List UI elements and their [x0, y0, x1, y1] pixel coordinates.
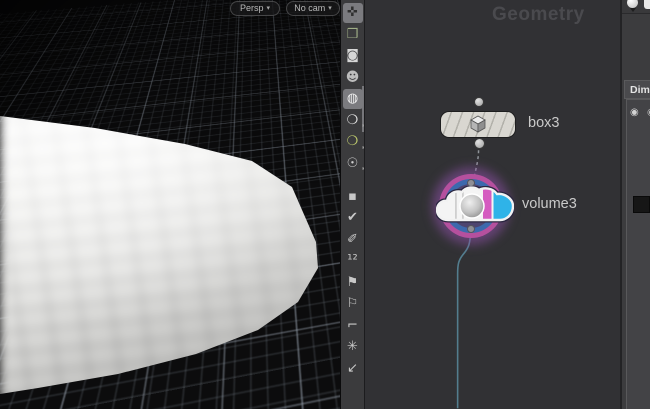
camera-select-label: No cam — [294, 3, 326, 13]
snapshot-icon[interactable]: ❒ — [343, 24, 363, 44]
visibility-icon: ☻ — [345, 69, 360, 85]
headlight-icon: ❍ — [346, 134, 359, 149]
ghost-objects-icon[interactable]: ◍ — [342, 88, 363, 109]
default-camera-icon[interactable]: ☉▸ — [343, 153, 366, 173]
chevron-down-icon: ▾ — [328, 5, 332, 12]
lock-camera-icon[interactable]: ◙ — [343, 46, 363, 66]
measure-icon: ¹² — [347, 253, 358, 268]
points-scatter-icon: ✳ — [347, 339, 358, 354]
persp-view-label: Persp — [239, 3, 264, 13]
panel-body: ◉ ◉ — [626, 99, 650, 409]
node-input-connector[interactable] — [474, 97, 484, 107]
view-tool-icon: ✜ — [347, 5, 358, 20]
lock-camera-icon: ◙ — [346, 48, 359, 63]
scene-lights-icon[interactable]: ❍▸ — [343, 110, 366, 130]
node-volume3[interactable]: volume3 — [425, 160, 605, 255]
section-header-dimensions[interactable]: Dimensions — [624, 80, 650, 99]
chevron-down-icon — [630, 8, 636, 12]
radio-button[interactable]: ◉ — [630, 107, 639, 118]
axis-icon: ↙ — [347, 360, 358, 376]
corner-snap-icon: ⌐ — [347, 317, 358, 333]
node-volume3-label: volume3 — [522, 196, 577, 212]
network-editor[interactable]: Geometry box3 volume3 — [364, 0, 620, 409]
parameter-panel: Dimensions ◉ ◉ — [620, 0, 650, 409]
default-camera-icon: ☉ — [346, 155, 359, 171]
flag-icon: ⚑ — [346, 274, 359, 290]
visibility-icon[interactable]: ☻ — [343, 67, 363, 87]
ghost-objects-icon: ◍ — [346, 91, 359, 106]
select-mode-icon: ✔ — [347, 210, 358, 225]
panel-topbar — [622, 0, 650, 14]
measure-icon[interactable]: ¹² — [343, 251, 363, 271]
flag-alt-icon[interactable]: ⚐ — [343, 294, 363, 314]
scene-lights-icon: ❍ — [346, 112, 359, 128]
viewport-toolbar: ✜❒◙☻◍❍▸❍▸☉▸▪✔✐¹²⚑⚐⌐✳↙ — [340, 0, 366, 409]
partial-icon — [644, 0, 650, 9]
viewport-3d[interactable]: Persp ▾ No cam ▾ — [0, 0, 340, 409]
chevron-down-icon: ▾ — [266, 5, 271, 12]
camera-select-menu[interactable]: No cam ▾ — [286, 1, 340, 16]
node-box3[interactable]: box3 — [435, 96, 605, 156]
select-mode-icon[interactable]: ✔ — [343, 208, 363, 228]
node-box3-label: box3 — [528, 115, 560, 131]
node-sphere-icon — [627, 0, 638, 8]
flag-icon[interactable]: ⚑ — [343, 272, 363, 292]
headlight-icon[interactable]: ❍▸ — [343, 132, 366, 152]
dot-handle-icon[interactable]: ▪ — [343, 186, 363, 206]
houdini-window: Persp ▾ No cam ▾ ✜❒◙☻◍❍▸❍▸☉▸▪✔✐¹²⚑⚐⌐✳↙ G… — [0, 0, 650, 409]
flag-alt-icon: ⚐ — [346, 296, 359, 311]
points-scatter-icon[interactable]: ✳ — [343, 337, 363, 357]
node-output-connector[interactable] — [474, 138, 485, 149]
corner-snap-icon[interactable]: ⌐ — [343, 315, 363, 335]
pick-pen-icon[interactable]: ✐ — [343, 229, 363, 249]
pick-pen-icon: ✐ — [347, 231, 358, 247]
persp-view-menu[interactable]: Persp ▾ — [230, 1, 280, 16]
view-tool-icon[interactable]: ✜ — [342, 2, 363, 23]
sphere-icon — [459, 193, 485, 219]
node-output-connector[interactable] — [467, 225, 475, 233]
snapshot-icon: ❒ — [346, 26, 359, 42]
volume-cloud-icon[interactable] — [436, 186, 514, 226]
box-icon — [470, 115, 486, 133]
dot-handle-icon: ▪ — [348, 188, 357, 204]
color-swatch[interactable] — [633, 196, 650, 213]
axis-icon[interactable]: ↙ — [343, 358, 363, 378]
